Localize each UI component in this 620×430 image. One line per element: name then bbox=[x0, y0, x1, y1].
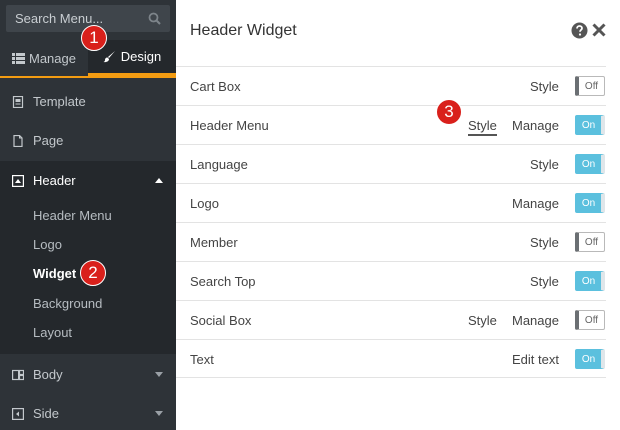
submenu-item-header-menu[interactable]: Header Menu bbox=[33, 208, 112, 223]
widget-row-label: Header Menu bbox=[190, 118, 269, 133]
sidebar-item-template[interactable]: Template bbox=[0, 82, 176, 121]
help-icon[interactable] bbox=[571, 22, 588, 39]
tab-design-label: Design bbox=[120, 49, 162, 64]
chevron-down-icon bbox=[155, 372, 163, 377]
tabs-divider bbox=[0, 76, 176, 78]
widget-row-member: Member Style Off bbox=[176, 222, 606, 261]
widget-toggle[interactable]: On bbox=[575, 271, 605, 291]
widget-toggle[interactable]: Off bbox=[575, 232, 605, 252]
submenu-item-layout[interactable]: Layout bbox=[33, 325, 72, 340]
submenu-item-background[interactable]: Background bbox=[33, 296, 102, 311]
sidebar-item-label: Side bbox=[33, 406, 60, 421]
page-icon bbox=[13, 134, 23, 147]
submenu-item-widget[interactable]: Widget bbox=[33, 266, 76, 281]
step-badge-1: 1 bbox=[81, 25, 107, 51]
widget-row-search-top: Search Top Style On bbox=[176, 261, 606, 300]
widget-row-text: Text Edit text On bbox=[176, 339, 606, 378]
chevron-up-icon bbox=[155, 178, 163, 183]
style-link[interactable]: Style bbox=[530, 79, 559, 94]
widget-row-label: Text bbox=[190, 352, 214, 367]
sidebar-item-label: Page bbox=[33, 133, 64, 148]
style-link[interactable]: Style bbox=[530, 235, 559, 250]
template-icon bbox=[12, 95, 24, 108]
search-icon[interactable] bbox=[148, 12, 161, 25]
sidebar-item-label: Body bbox=[33, 367, 63, 382]
widget-row-logo: Logo Manage On bbox=[176, 183, 606, 222]
widget-panel: Header Widget Cart Box Style Off Header … bbox=[176, 0, 620, 430]
tab-manage-label: Manage bbox=[29, 50, 76, 66]
widget-row-label: Language bbox=[190, 157, 248, 172]
style-link[interactable]: Style bbox=[530, 157, 559, 172]
header-icon bbox=[12, 174, 24, 187]
sidebar-item-page[interactable]: Page bbox=[0, 121, 176, 160]
style-link[interactable]: Style bbox=[468, 313, 497, 328]
sidebar-item-label: Template bbox=[33, 94, 86, 109]
widget-toggle[interactable]: On bbox=[575, 193, 605, 213]
widget-row-header-menu: Header Menu Style Manage On bbox=[176, 105, 606, 144]
list-icon bbox=[12, 52, 25, 64]
widget-row-label: Search Top bbox=[190, 274, 256, 289]
widget-row-cart-box: Cart Box Style Off bbox=[176, 66, 606, 105]
widget-toggle[interactable]: On bbox=[575, 349, 605, 369]
widget-toggle[interactable]: Off bbox=[575, 76, 605, 96]
manage-link[interactable]: Manage bbox=[512, 118, 559, 133]
tab-manage[interactable]: Manage bbox=[0, 40, 88, 76]
sidebar-item-label: Header bbox=[33, 173, 76, 188]
step-badge-2: 2 bbox=[80, 260, 106, 286]
widget-row-social-box: Social Box Style Manage Off bbox=[176, 300, 606, 339]
close-icon[interactable] bbox=[591, 22, 607, 38]
widget-toggle[interactable]: On bbox=[575, 154, 605, 174]
sidebar-item-side[interactable]: Side bbox=[0, 394, 176, 430]
manage-link[interactable]: Manage bbox=[512, 196, 559, 211]
brush-icon bbox=[103, 51, 115, 63]
chevron-down-icon bbox=[155, 411, 163, 416]
widget-toggle[interactable]: On bbox=[575, 115, 605, 135]
side-icon bbox=[12, 407, 24, 420]
widget-row-language: Language Style On bbox=[176, 144, 606, 183]
widget-row-label: Logo bbox=[190, 196, 219, 211]
widget-row-label: Cart Box bbox=[190, 79, 241, 94]
edit-text-link[interactable]: Edit text bbox=[512, 352, 559, 367]
widget-row-label: Member bbox=[190, 235, 238, 250]
submenu-item-logo[interactable]: Logo bbox=[33, 237, 62, 252]
body-icon bbox=[12, 369, 24, 380]
widget-toggle[interactable]: Off bbox=[575, 310, 605, 330]
style-link[interactable]: Style bbox=[468, 118, 497, 136]
page-title: Header Widget bbox=[190, 22, 297, 39]
sidebar-item-header[interactable]: Header bbox=[0, 161, 176, 200]
manage-link[interactable]: Manage bbox=[512, 313, 559, 328]
search-placeholder: Search Menu... bbox=[15, 11, 104, 26]
widget-row-label: Social Box bbox=[190, 313, 252, 328]
style-link[interactable]: Style bbox=[530, 274, 559, 289]
step-badge-3: 3 bbox=[436, 99, 462, 125]
sidebar: Search Menu... Manage Design Template Pa… bbox=[0, 0, 176, 430]
sidebar-item-body[interactable]: Body bbox=[0, 355, 176, 394]
